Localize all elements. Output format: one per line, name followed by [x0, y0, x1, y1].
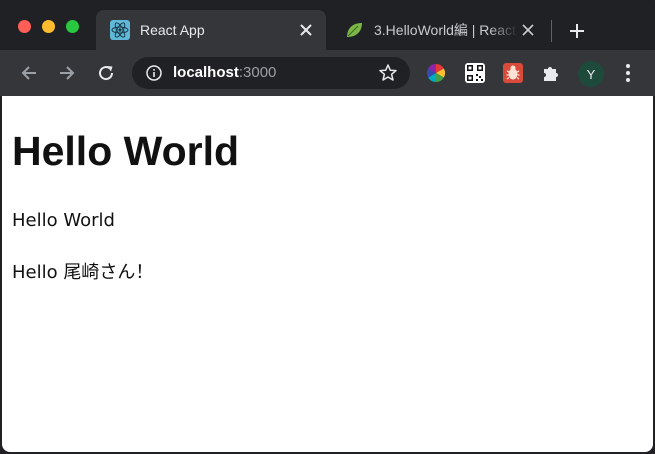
more-vert-icon[interactable]: [621, 63, 635, 83]
url-host: localhost: [173, 64, 239, 81]
react-icon: [110, 20, 130, 40]
star-icon[interactable]: [378, 63, 398, 83]
leaf-icon: [344, 20, 364, 40]
back-arrow-icon[interactable]: [18, 62, 40, 84]
page-heading: Hello World: [12, 128, 240, 174]
puzzle-icon[interactable]: [541, 63, 561, 83]
tab-react-app[interactable]: React App: [96, 10, 326, 50]
window-zoom-button[interactable]: [66, 20, 79, 33]
url-text: localhost:3000: [173, 64, 276, 81]
window-close-button[interactable]: [18, 20, 31, 33]
page-paragraph-greeting: Hello 尾崎さん！: [12, 262, 154, 283]
address-bar[interactable]: localhost:3000: [132, 57, 410, 89]
tab-separator: [551, 20, 552, 42]
close-icon[interactable]: [518, 20, 538, 40]
forward-arrow-icon[interactable]: [56, 62, 78, 84]
close-icon[interactable]: [296, 20, 316, 40]
page-paragraph: Hello World: [12, 210, 115, 231]
qr-code-extension-icon[interactable]: [465, 63, 485, 83]
info-icon[interactable]: [146, 65, 162, 81]
browser-window: React App 3.HelloWorld編 | React localhos…: [0, 0, 655, 454]
bug-extension-icon[interactable]: [503, 63, 523, 83]
color-palette-extension-icon[interactable]: [426, 63, 446, 83]
reload-icon[interactable]: [95, 62, 117, 84]
page-viewport: Hello World Hello World Hello 尾崎さん！: [2, 96, 653, 452]
url-port: :3000: [238, 64, 277, 81]
new-tab-button[interactable]: [566, 20, 588, 42]
tab-title: React App: [140, 22, 205, 38]
tab-strip: React App 3.HelloWorld編 | React: [0, 0, 655, 50]
profile-avatar[interactable]: Y: [578, 61, 604, 87]
tab-title: 3.HelloWorld編 | React: [374, 22, 516, 38]
window-minimize-button[interactable]: [42, 20, 55, 33]
tab-helloworld[interactable]: 3.HelloWorld編 | React: [330, 10, 548, 50]
